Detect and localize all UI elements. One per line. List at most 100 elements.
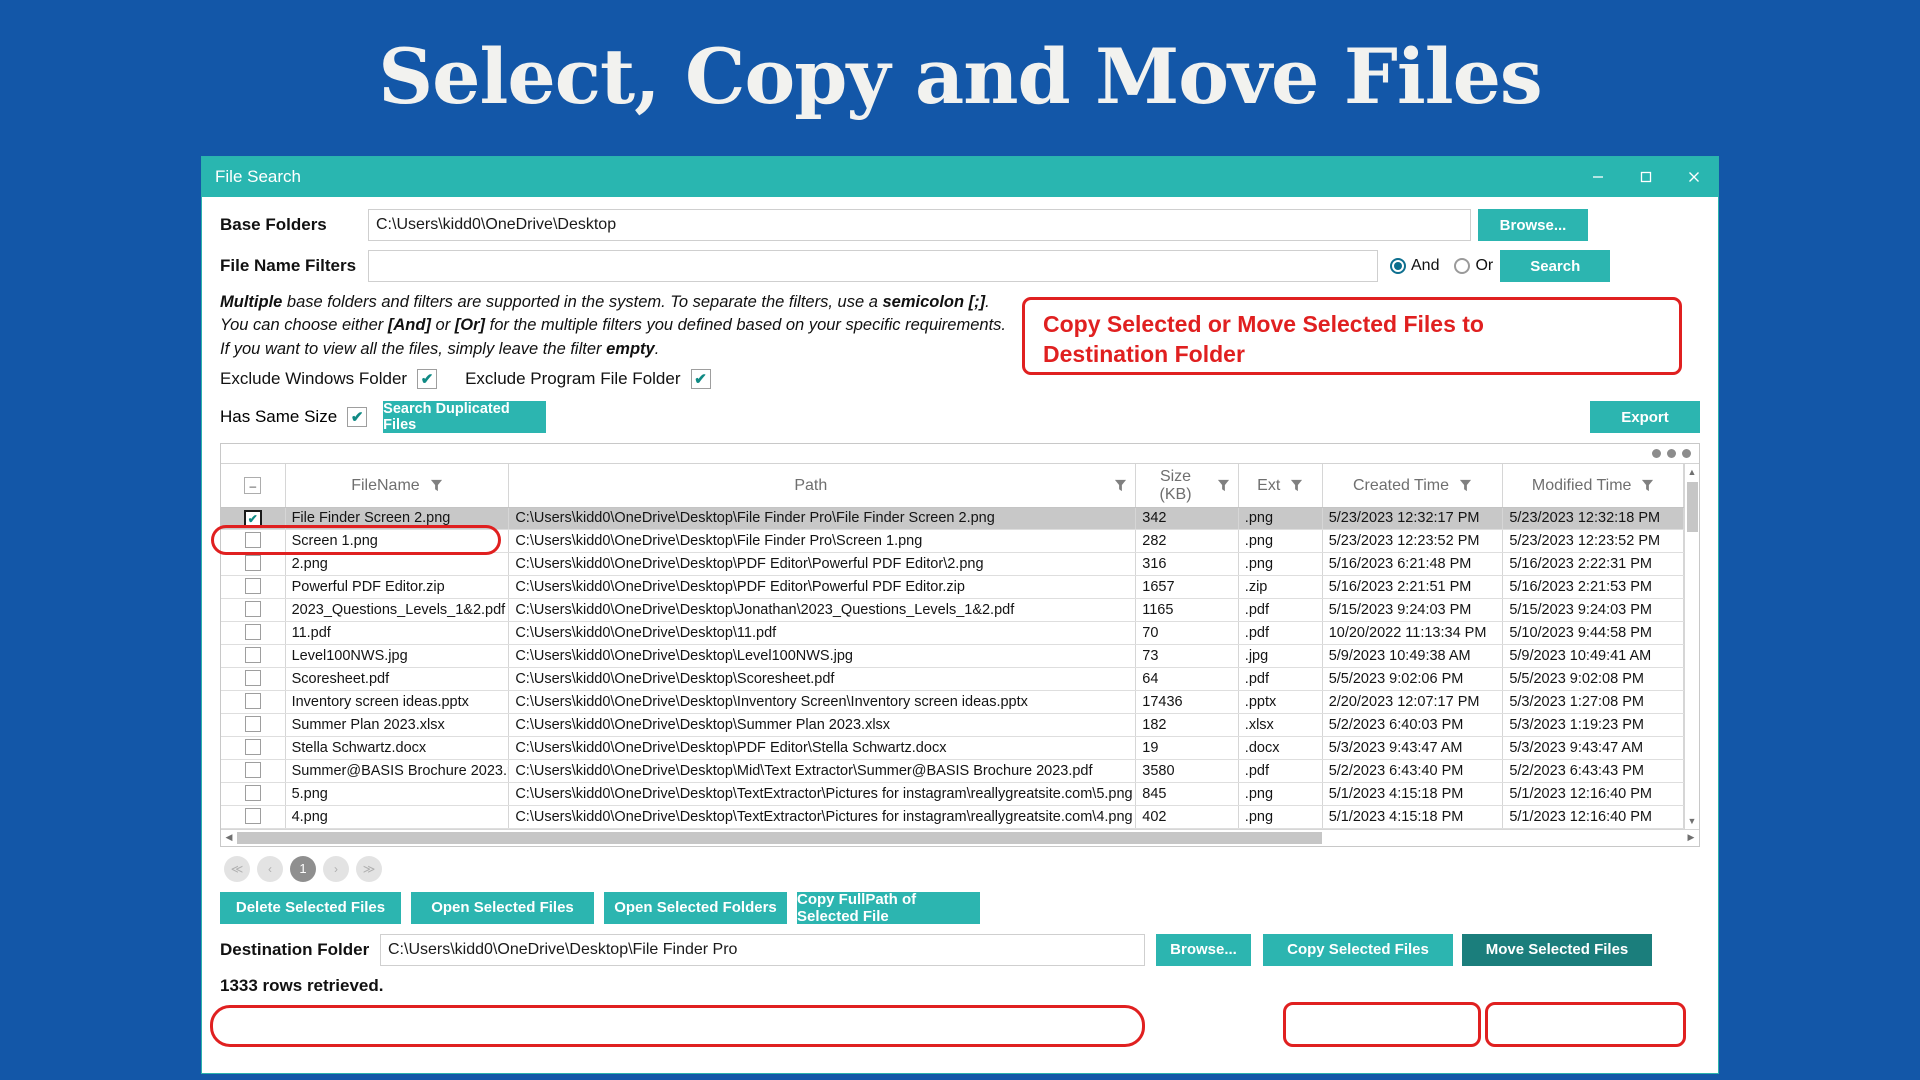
row-checkbox[interactable]	[245, 808, 261, 824]
open-selected-files-button[interactable]: Open Selected Files	[411, 892, 594, 924]
row-checkbox[interactable]	[245, 578, 261, 594]
table-row[interactable]: Summer@BASIS Brochure 2023.pdfC:\Users\k…	[221, 759, 1684, 782]
row-checkbox-cell[interactable]	[221, 552, 285, 575]
row-checkbox-cell[interactable]	[221, 644, 285, 667]
table-row[interactable]: File Finder Screen 2.pngC:\Users\kidd0\O…	[221, 507, 1684, 529]
column-header-path[interactable]: Path	[509, 464, 1136, 507]
cell-path: C:\Users\kidd0\OneDrive\Desktop\PDF Edit…	[509, 575, 1136, 598]
row-checkbox-cell[interactable]	[221, 667, 285, 690]
funnel-icon[interactable]	[430, 479, 443, 492]
page-first-button[interactable]: ≪	[224, 856, 250, 882]
funnel-icon[interactable]	[1217, 479, 1230, 492]
maximize-button[interactable]	[1622, 157, 1670, 197]
move-selected-files-button[interactable]: Move Selected Files	[1462, 934, 1652, 966]
browse-base-folders-button[interactable]: Browse...	[1478, 209, 1588, 241]
page-1-button[interactable]: 1	[290, 856, 316, 882]
table-row[interactable]: Scoresheet.pdfC:\Users\kidd0\OneDrive\De…	[221, 667, 1684, 690]
page-prev-button[interactable]: ‹	[257, 856, 283, 882]
search-duplicated-files-button[interactable]: Search Duplicated Files	[383, 401, 546, 433]
page-next-button[interactable]: ›	[323, 856, 349, 882]
copy-selected-files-button[interactable]: Copy Selected Files	[1263, 934, 1453, 966]
row-checkbox[interactable]	[245, 716, 261, 732]
horizontal-scrollbar[interactable]: ◀ ▶	[221, 829, 1699, 846]
scroll-up-icon[interactable]: ▲	[1685, 464, 1700, 480]
open-selected-folders-button[interactable]: Open Selected Folders	[604, 892, 787, 924]
row-checkbox[interactable]	[245, 647, 261, 663]
row-checkbox-cell[interactable]	[221, 782, 285, 805]
table-row[interactable]: Screen 1.pngC:\Users\kidd0\OneDrive\Desk…	[221, 529, 1684, 552]
page-last-button[interactable]: ≫	[356, 856, 382, 882]
exclude-windows-checkbox[interactable]	[417, 369, 437, 389]
cell-size: 19	[1136, 736, 1239, 759]
funnel-icon[interactable]	[1641, 479, 1654, 492]
table-row[interactable]: 11.pdfC:\Users\kidd0\OneDrive\Desktop\11…	[221, 621, 1684, 644]
annotation-callout-line1: Copy Selected or Move Selected Files to	[1043, 309, 1679, 339]
row-checkbox-cell[interactable]	[221, 805, 285, 828]
radio-or[interactable]	[1454, 258, 1470, 274]
row-checkbox[interactable]	[245, 601, 261, 617]
column-header-created-time[interactable]: Created Time	[1322, 464, 1503, 507]
row-checkbox[interactable]	[245, 739, 261, 755]
file-name-filters-input[interactable]	[368, 250, 1378, 282]
help-line-3-c: .	[655, 340, 660, 358]
minimize-icon	[1590, 169, 1606, 185]
scroll-left-icon[interactable]: ◀	[221, 832, 237, 843]
row-checkbox-cell[interactable]	[221, 598, 285, 621]
column-header-ext[interactable]: Ext	[1238, 464, 1322, 507]
search-button[interactable]: Search	[1500, 250, 1610, 282]
funnel-icon[interactable]	[1114, 479, 1127, 492]
column-header-modified-time[interactable]: Modified Time	[1503, 464, 1684, 507]
row-checkbox-cell[interactable]	[221, 759, 285, 782]
table-row[interactable]: Inventory screen ideas.pptxC:\Users\kidd…	[221, 690, 1684, 713]
funnel-icon[interactable]	[1459, 479, 1472, 492]
row-checkbox-cell[interactable]	[221, 713, 285, 736]
row-checkbox[interactable]	[245, 624, 261, 640]
exclude-program-checkbox[interactable]	[691, 369, 711, 389]
horizontal-scroll-thumb[interactable]	[237, 832, 1322, 844]
minimize-button[interactable]	[1574, 157, 1622, 197]
vertical-scrollbar[interactable]: ▲ ▼	[1684, 464, 1699, 829]
scroll-down-icon[interactable]: ▼	[1685, 813, 1700, 829]
table-row[interactable]: Stella Schwartz.docxC:\Users\kidd0\OneDr…	[221, 736, 1684, 759]
row-checkbox-cell[interactable]	[221, 507, 285, 529]
row-checkbox[interactable]	[245, 785, 261, 801]
row-checkbox[interactable]	[245, 693, 261, 709]
cell-created-time: 5/23/2023 12:23:52 PM	[1322, 529, 1503, 552]
table-row[interactable]: 5.pngC:\Users\kidd0\OneDrive\Desktop\Tex…	[221, 782, 1684, 805]
table-row[interactable]: 2.pngC:\Users\kidd0\OneDrive\Desktop\PDF…	[221, 552, 1684, 575]
table-row[interactable]: 4.pngC:\Users\kidd0\OneDrive\Desktop\Tex…	[221, 805, 1684, 828]
delete-selected-files-button[interactable]: Delete Selected Files	[220, 892, 401, 924]
table-row[interactable]: Summer Plan 2023.xlsxC:\Users\kidd0\OneD…	[221, 713, 1684, 736]
table-row[interactable]: Powerful PDF Editor.zipC:\Users\kidd0\On…	[221, 575, 1684, 598]
row-checkbox-cell[interactable]	[221, 529, 285, 552]
row-checkbox-cell[interactable]	[221, 575, 285, 598]
cell-size: 1657	[1136, 575, 1239, 598]
destination-folder-input[interactable]: C:\Users\kidd0\OneDrive\Desktop\File Fin…	[380, 934, 1145, 966]
row-checkbox[interactable]	[245, 670, 261, 686]
minus-icon[interactable]: –	[244, 477, 261, 494]
scroll-right-icon[interactable]: ▶	[1683, 832, 1699, 843]
funnel-icon[interactable]	[1290, 479, 1303, 492]
row-checkbox-cell[interactable]	[221, 736, 285, 759]
row-checkbox[interactable]	[245, 555, 261, 571]
row-checkbox[interactable]	[245, 511, 261, 527]
column-header-size[interactable]: Size (KB)	[1136, 464, 1239, 507]
row-checkbox-cell[interactable]	[221, 690, 285, 713]
browse-destination-button[interactable]: Browse...	[1156, 934, 1251, 966]
cell-ext: .png	[1238, 552, 1322, 575]
select-all-header[interactable]: –	[221, 464, 285, 507]
row-checkbox-cell[interactable]	[221, 621, 285, 644]
export-button[interactable]: Export	[1590, 401, 1700, 433]
row-checkbox[interactable]	[245, 762, 261, 778]
table-row[interactable]: 2023_Questions_Levels_1&2.pdfC:\Users\ki…	[221, 598, 1684, 621]
table-row[interactable]: Level100NWS.jpgC:\Users\kidd0\OneDrive\D…	[221, 644, 1684, 667]
close-button[interactable]	[1670, 157, 1718, 197]
column-header-filename[interactable]: FileName	[285, 464, 509, 507]
row-checkbox[interactable]	[245, 532, 261, 548]
copy-fullpath-button[interactable]: Copy FullPath of Selected File	[797, 892, 980, 924]
radio-and[interactable]	[1390, 258, 1406, 274]
vertical-scroll-thumb[interactable]	[1687, 482, 1698, 532]
base-folders-input[interactable]: C:\Users\kidd0\OneDrive\Desktop	[368, 209, 1471, 241]
has-same-size-checkbox[interactable]	[347, 407, 367, 427]
table-header-row: – FileName	[221, 464, 1684, 507]
